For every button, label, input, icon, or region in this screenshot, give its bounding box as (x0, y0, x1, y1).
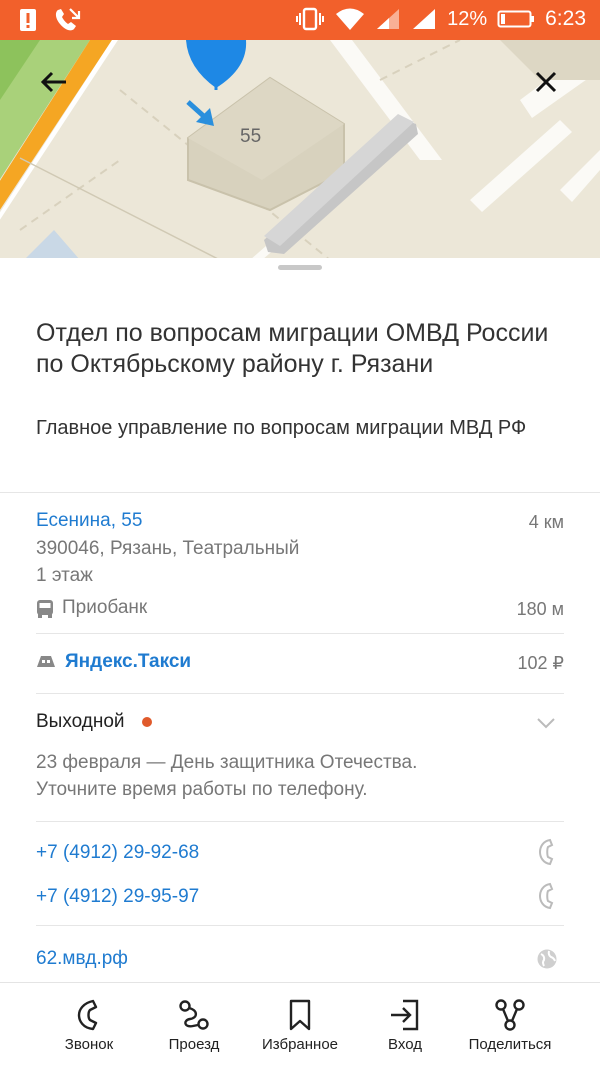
favorite-label: Избранное (261, 1036, 339, 1053)
route-label: Проезд (168, 1036, 220, 1053)
back-button[interactable] (34, 62, 74, 102)
signal-icon (377, 9, 400, 29)
place-title: Отдел по вопросам миграции ОМВД России п… (36, 319, 549, 378)
entrance-icon (391, 999, 419, 1031)
drag-handle[interactable] (278, 265, 322, 270)
divider (36, 633, 564, 634)
share-button[interactable]: Поделиться (455, 983, 565, 1067)
address-distance: 4 км (528, 512, 564, 532)
phone-1[interactable]: +7 (4912) 29-92-68 (36, 842, 199, 864)
call-button[interactable]: Звонок (34, 983, 144, 1067)
share-icon (495, 999, 525, 1031)
arrow-left-icon (40, 71, 66, 93)
entrance-button[interactable]: Вход (350, 983, 460, 1067)
hours-note-line2: Уточните время работы по телефону. (36, 779, 368, 800)
missed-call-icon (55, 8, 81, 31)
transit-distance: 180 м (516, 599, 564, 619)
address-floor: 1 этаж (36, 565, 93, 586)
call-label: Звонок (64, 1036, 114, 1053)
clock: 6:23 (545, 7, 586, 30)
bookmark-icon (289, 999, 311, 1031)
address-street[interactable]: Есенина, 55 (36, 510, 142, 532)
bus-icon (37, 600, 53, 618)
status-bar: 12% 6:23 (0, 0, 600, 40)
place-card: Отдел по вопросам миграции ОМВД России п… (0, 258, 600, 982)
share-label: Поделиться (468, 1036, 552, 1053)
closed-dot (142, 717, 152, 727)
close-icon (535, 71, 557, 93)
website-link[interactable]: 62.мвд.рф (36, 948, 128, 970)
vibrate-icon (296, 7, 325, 31)
battery-percent: 12% (447, 7, 488, 30)
taxi-icon (37, 656, 55, 667)
building-number: 55 (240, 126, 262, 147)
place-category: Главное управление по вопросам миграции … (36, 417, 527, 439)
chevron-down-icon[interactable] (536, 717, 556, 729)
hours-note-line1: 23 февраля — День защитника Отечества. (36, 752, 418, 773)
map-canvas (0, 40, 600, 260)
route-button[interactable]: Проезд (139, 983, 249, 1067)
globe-icon (537, 949, 557, 969)
favorite-button[interactable]: Избранное (245, 983, 355, 1067)
divider (36, 821, 564, 822)
divider (36, 925, 564, 926)
hours-status: Выходной (36, 711, 125, 732)
divider (36, 693, 564, 694)
phone-icon (77, 999, 98, 1031)
wifi-icon (336, 8, 365, 30)
close-button[interactable] (526, 62, 566, 102)
warning-icon (20, 9, 36, 31)
signal-icon-2 (413, 9, 436, 29)
taxi-price: 102 ₽ (517, 653, 565, 673)
phone-icon[interactable] (538, 838, 554, 866)
battery-icon (497, 10, 535, 28)
route-icon (179, 1000, 209, 1030)
address-postal: 390046, Рязань, Театральный (36, 538, 300, 559)
divider (0, 492, 600, 493)
map-view[interactable]: 55 (0, 40, 600, 260)
transit-stop[interactable]: Приобанк (62, 597, 147, 619)
phone-2[interactable]: +7 (4912) 29-95-97 (36, 886, 199, 908)
action-bar: Звонок Проезд Избранное Вход Поделиться (0, 982, 600, 1067)
taxi-link[interactable]: Яндекс.Такси (65, 651, 191, 673)
phone-icon[interactable] (538, 882, 554, 910)
entrance-label: Вход (388, 1036, 422, 1053)
